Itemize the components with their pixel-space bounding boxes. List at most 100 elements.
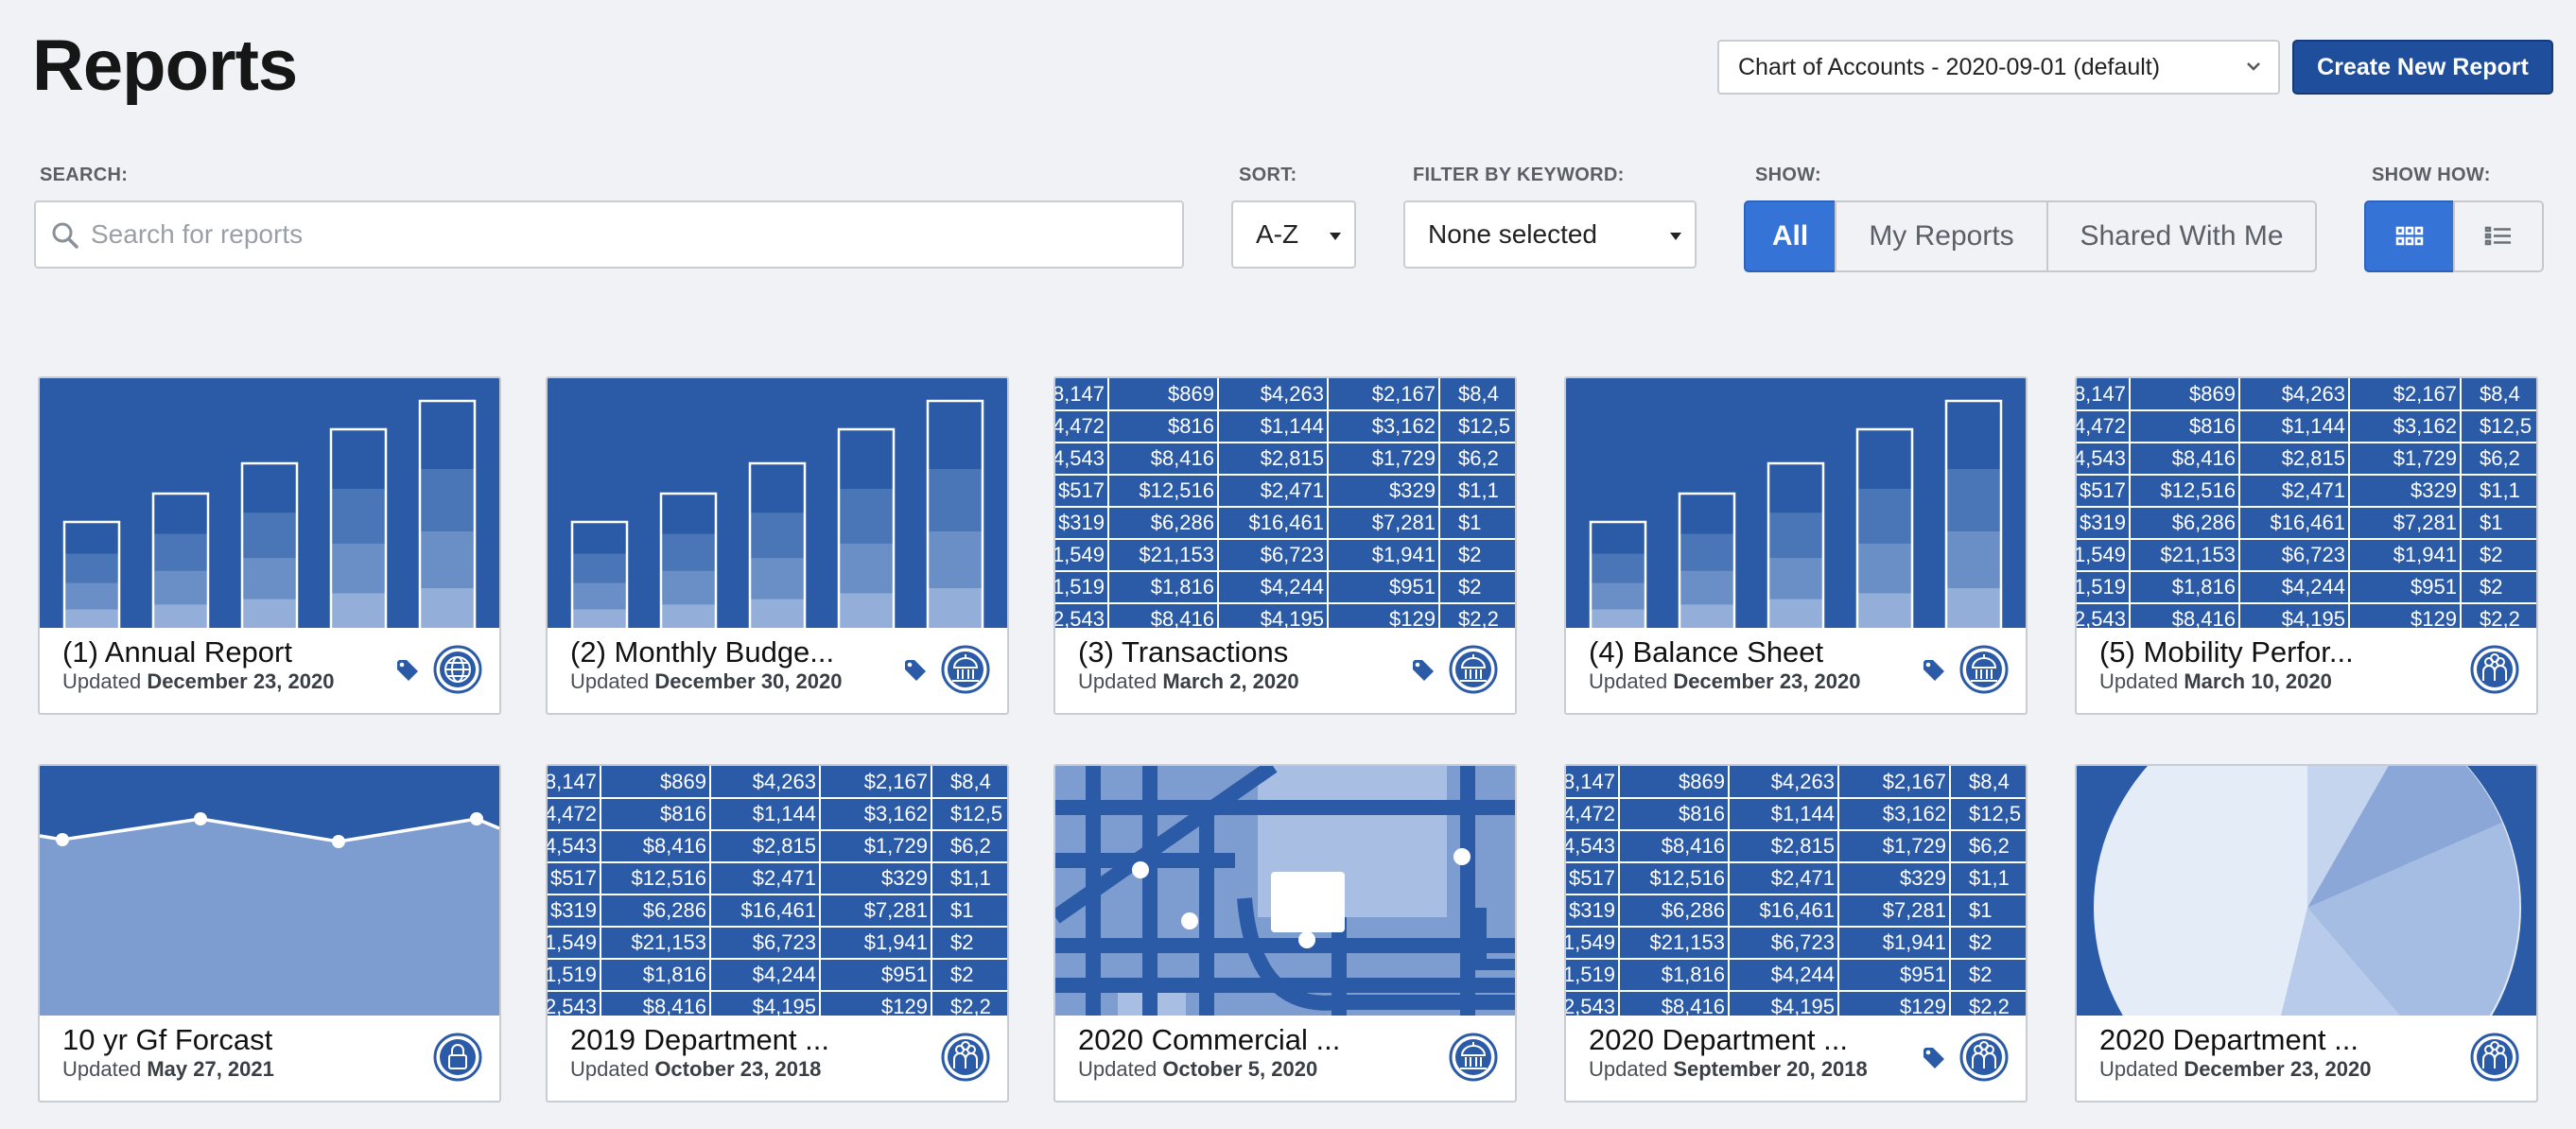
report-title[interactable]: 10 yr Gf Forcast xyxy=(62,1023,272,1057)
tag-icon[interactable] xyxy=(1411,658,1436,683)
search-label: SEARCH: xyxy=(40,165,129,185)
svg-text:$2,2: $2,2 xyxy=(1458,607,1499,628)
show-my-reports-button[interactable]: My Reports xyxy=(1835,200,2048,272)
svg-text:$1,729: $1,729 xyxy=(1883,834,1946,858)
show-shared-with-me-button[interactable]: Shared With Me xyxy=(2046,200,2317,272)
chart-of-accounts-select[interactable]: Chart of Accounts - 2020-09-01 (default) xyxy=(1717,40,2280,95)
svg-text:$1,1: $1,1 xyxy=(950,866,991,890)
capitol-icon[interactable] xyxy=(1449,1033,1498,1082)
svg-text:$1,549: $1,549 xyxy=(1566,930,1615,954)
report-thumbnail xyxy=(1055,766,1515,1016)
report-thumbnail: $8,147 $869 $4,263 $2,167 $8,4 $4,472 $816 $1,1… xyxy=(2077,378,2536,628)
report-title[interactable]: 2020 Commercial ... xyxy=(1078,1023,1340,1057)
search-input[interactable] xyxy=(91,219,1182,250)
people-icon[interactable] xyxy=(1959,1033,2009,1082)
capitol-icon[interactable] xyxy=(1449,645,1498,694)
report-card[interactable]: $8,147 $869 $4,263 $2,167 $8,4 $4,472 $816 $1,1… xyxy=(1053,376,1517,715)
report-card[interactable]: 2020 Commercial ... Updated October 5, 20… xyxy=(1053,764,1517,1103)
svg-text:$951: $951 xyxy=(881,963,928,986)
report-title[interactable]: (4) Balance Sheet xyxy=(1589,635,1823,669)
tag-icon[interactable] xyxy=(395,658,420,683)
report-title[interactable]: (2) Monthly Budge... xyxy=(570,635,834,669)
report-title[interactable]: 2020 Department ... xyxy=(1589,1023,1848,1057)
svg-text:$129: $129 xyxy=(881,995,928,1016)
report-title[interactable]: 2019 Department ... xyxy=(570,1023,829,1057)
search-field[interactable] xyxy=(34,200,1184,269)
svg-text:$12,516: $12,516 xyxy=(1139,478,1214,502)
svg-text:$4,244: $4,244 xyxy=(753,963,816,986)
svg-text:$4,263: $4,263 xyxy=(2282,382,2345,406)
report-thumbnail xyxy=(40,378,499,628)
svg-text:$1,941: $1,941 xyxy=(864,930,928,954)
updated-prefix: Updated xyxy=(2099,669,2179,693)
globe-icon[interactable] xyxy=(433,645,482,694)
table-thumbnail-graphic: $8,147 $869 $4,263 $2,167 $8,4 $4,472 $816 $1,1… xyxy=(548,766,1007,1016)
tag-icon[interactable] xyxy=(1922,1046,1946,1070)
report-title[interactable]: (5) Mobility Perfor... xyxy=(2099,635,2354,669)
people-icon[interactable] xyxy=(2470,645,2519,694)
svg-text:$8,416: $8,416 xyxy=(2172,446,2236,470)
svg-text:$8,4: $8,4 xyxy=(1969,770,2010,793)
svg-text:$319: $319 xyxy=(1569,898,1615,922)
svg-text:$4,195: $4,195 xyxy=(2282,607,2345,628)
svg-text:$129: $129 xyxy=(1900,995,1946,1016)
people-icon[interactable] xyxy=(941,1033,990,1082)
svg-text:$1,941: $1,941 xyxy=(2393,543,2457,566)
svg-text:$129: $129 xyxy=(1389,607,1436,628)
report-card[interactable]: (4) Balance Sheet Updated December 23, 20… xyxy=(1564,376,2028,715)
updated-prefix: Updated xyxy=(570,669,650,693)
svg-text:$21,519: $21,519 xyxy=(1566,963,1615,986)
svg-text:$1,1: $1,1 xyxy=(1969,866,2010,890)
report-card[interactable]: 2020 Department ... Updated December 23, … xyxy=(2075,764,2538,1103)
capitol-icon[interactable] xyxy=(1959,645,2009,694)
svg-text:$517: $517 xyxy=(1058,478,1105,502)
report-card[interactable]: $8,147 $869 $4,263 $2,167 $8,4 $4,472 $816 $1,1… xyxy=(2075,376,2538,715)
grid-view-button[interactable] xyxy=(2364,200,2455,272)
keyword-filter-value: None selected xyxy=(1428,219,1598,249)
create-new-report-button[interactable]: Create New Report xyxy=(2292,40,2553,95)
svg-text:$816: $816 xyxy=(2189,414,2236,438)
updated-date: December 23, 2020 xyxy=(1673,669,1861,693)
report-card[interactable]: 10 yr Gf Forcast Updated May 27, 2021 xyxy=(38,764,501,1103)
report-title[interactable]: 2020 Department ... xyxy=(2099,1023,2358,1057)
svg-text:$4,543: $4,543 xyxy=(548,834,597,858)
svg-text:$1,816: $1,816 xyxy=(2172,575,2236,599)
tag-icon[interactable] xyxy=(1922,658,1946,683)
svg-text:$4,263: $4,263 xyxy=(1771,770,1835,793)
report-title[interactable]: (1) Annual Report xyxy=(62,635,292,669)
svg-text:$1,144: $1,144 xyxy=(753,802,816,825)
svg-text:$869: $869 xyxy=(660,770,706,793)
people-icon[interactable] xyxy=(2470,1033,2519,1082)
svg-text:$2,167: $2,167 xyxy=(1372,382,1436,406)
show-all-button[interactable]: All xyxy=(1744,200,1836,272)
svg-text:$816: $816 xyxy=(1679,802,1725,825)
bar-thumbnail-graphic xyxy=(40,378,499,628)
svg-text:$6,723: $6,723 xyxy=(2282,543,2345,566)
svg-text:$2,815: $2,815 xyxy=(1771,834,1835,858)
svg-text:$319: $319 xyxy=(550,898,597,922)
report-card[interactable]: $8,147 $869 $4,263 $2,167 $8,4 $4,472 $816 $1,1… xyxy=(1564,764,2028,1103)
svg-text:$8,416: $8,416 xyxy=(1151,607,1214,628)
tag-icon[interactable] xyxy=(903,658,928,683)
report-card[interactable]: $8,147 $869 $4,263 $2,167 $8,4 $4,472 $816 $1,1… xyxy=(546,764,1009,1103)
report-title[interactable]: (3) Transactions xyxy=(1078,635,1288,669)
map-thumbnail-graphic xyxy=(1055,766,1515,1016)
svg-text:$12,516: $12,516 xyxy=(2160,478,2236,502)
sort-select[interactable]: A-Z xyxy=(1231,200,1356,269)
report-card[interactable]: (1) Annual Report Updated December 23, 20… xyxy=(38,376,501,715)
report-card[interactable]: (2) Monthly Budge... Updated December 30,… xyxy=(546,376,1009,715)
capitol-icon[interactable] xyxy=(941,645,990,694)
updated-prefix: Updated xyxy=(1589,1057,1668,1081)
svg-text:$6,286: $6,286 xyxy=(2172,511,2236,534)
lock-icon[interactable] xyxy=(433,1033,482,1082)
updated-prefix: Updated xyxy=(570,1057,650,1081)
sort-label: SORT: xyxy=(1239,165,1297,185)
svg-text:$1,144: $1,144 xyxy=(1261,414,1324,438)
svg-text:$2,471: $2,471 xyxy=(753,866,816,890)
svg-text:$12,516: $12,516 xyxy=(631,866,706,890)
svg-text:$7,281: $7,281 xyxy=(2393,511,2457,534)
list-view-button[interactable] xyxy=(2453,200,2544,272)
svg-text:$2,2: $2,2 xyxy=(1969,995,2010,1016)
keyword-filter-select[interactable]: None selected xyxy=(1403,200,1697,269)
svg-text:$2: $2 xyxy=(950,930,973,954)
